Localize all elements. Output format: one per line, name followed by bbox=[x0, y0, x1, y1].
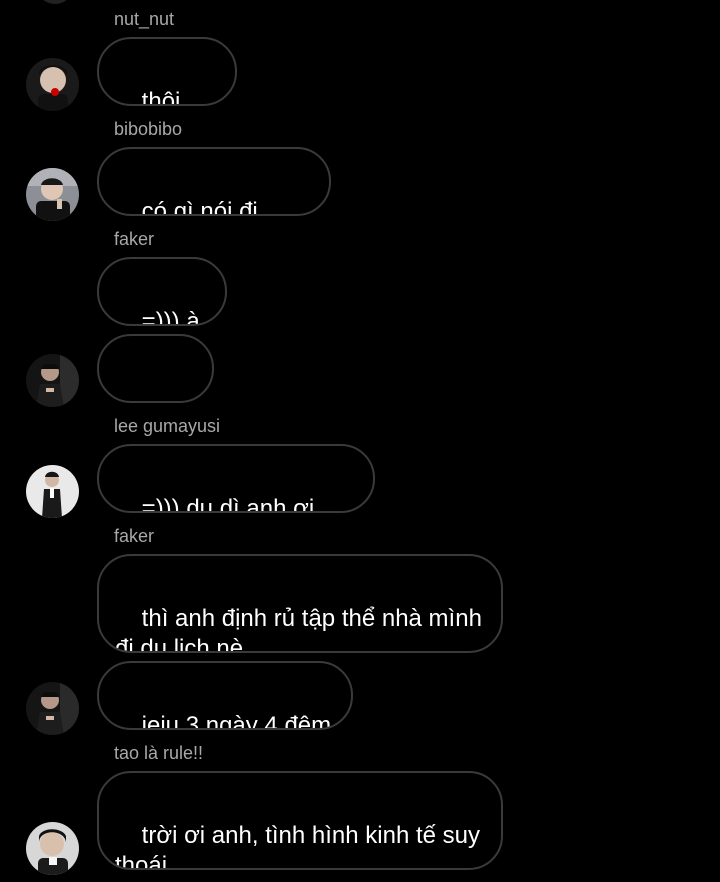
user-avatar[interactable] bbox=[26, 58, 79, 111]
message-bubble[interactable]: jeju 3 ngày 4 đêm á bbox=[97, 661, 353, 730]
sender-name: tao là rule!! bbox=[114, 743, 204, 763]
message-bubble[interactable]: có gì nói đi hyung bbox=[97, 147, 331, 216]
sender-name: bibobibo bbox=[114, 119, 183, 139]
message-bubble[interactable]: =))) dụ dì anh ơi dmm bbox=[97, 444, 375, 513]
message-bubble[interactable]: ummm bbox=[97, 334, 214, 403]
user-avatar[interactable] bbox=[26, 682, 79, 735]
message-bubble[interactable]: thôi anhh bbox=[97, 37, 237, 106]
user-avatar[interactable] bbox=[26, 822, 79, 875]
sender-name: faker bbox=[114, 526, 155, 546]
sender-name: lee gumayusi bbox=[114, 416, 221, 436]
sender-name: nut_nut bbox=[114, 9, 175, 29]
message-text: trời ơi anh, tình hình kinh tế suy thoái bbox=[115, 822, 487, 870]
message-bubble[interactable]: thì anh định rủ tập thể nhà mình đi du l… bbox=[97, 554, 503, 653]
message-bubble[interactable]: trời ơi anh, tình hình kinh tế suy thoái bbox=[97, 771, 503, 870]
message-text: thì anh định rủ tập thể nhà mình đi du l… bbox=[115, 605, 489, 653]
partial-avatar[interactable] bbox=[40, 0, 70, 4]
message-text: jeju 3 ngày 4 đêm á bbox=[141, 712, 332, 730]
user-avatar[interactable] bbox=[26, 168, 79, 221]
message-bubble[interactable]: =))) à thì bbox=[97, 257, 227, 326]
user-avatar[interactable] bbox=[26, 354, 79, 407]
user-avatar[interactable] bbox=[26, 465, 79, 518]
message-text: =))) dụ dì anh ơi dmm bbox=[141, 495, 315, 513]
chat-thread: nut_nut thôi anhh bibobibo có gì nói đi … bbox=[0, 0, 720, 882]
message-text: =))) à thì bbox=[141, 308, 200, 326]
message-text: có gì nói đi hyung bbox=[141, 198, 258, 216]
message-text: thôi anhh bbox=[141, 88, 181, 106]
sender-name: faker bbox=[114, 229, 155, 249]
